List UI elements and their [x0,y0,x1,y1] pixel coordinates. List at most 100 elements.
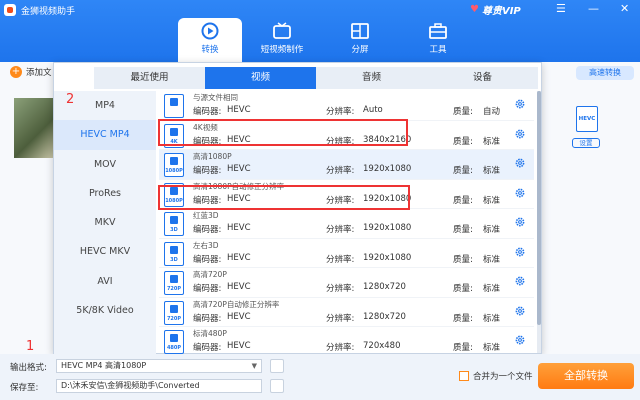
resolution-label: 分辨率: [326,343,355,353]
preset-row[interactable]: 1080P 高清1080P自动修正分辨率 编码器: HEVC 分辨率: 1920x1080… [159,180,534,209]
quality-label: 质量: [453,195,473,206]
resolution-value: 1920x1080 [363,223,412,233]
preset-row[interactable]: 3D 左右3D 编码器: HEVC 分辨率: 1920x1080 质量: 标准 [159,239,534,268]
encoder-label: 编码器: [193,166,222,176]
merge-checkbox[interactable] [459,371,469,381]
encoder-label: 编码器: [193,284,222,294]
encoder-label: 编码器: [193,195,222,206]
tab-short-video-label: 短视频制作 [260,45,304,55]
encoder-label: 编码器: [193,343,222,353]
preset-badge: 3D [170,227,178,233]
fast-convert-button[interactable]: 高速转换 [576,66,634,80]
format-popup: 最近使用 视频 音频 设备 MP4 HEVC MP4 MOV ProRes MK… [53,62,542,375]
video-file-icon: 1080P [164,153,184,177]
app-title: 金狮视频助手 [4,3,75,17]
quality-value: 标准 [483,343,501,353]
encoder-value: HEVC [227,341,251,351]
format-mov[interactable]: MOV [54,150,156,179]
quality-label: 质量: [453,225,473,235]
format-hevc-mp4[interactable]: HEVC MP4 [54,120,156,150]
settings-button[interactable]: 设置 [572,138,600,148]
preset-scrollbar[interactable] [537,91,541,353]
resolution-label: 分辨率: [326,195,355,206]
preset-badge: 4K [170,138,178,145]
gear-icon[interactable] [514,128,526,140]
gear-icon[interactable] [514,275,526,287]
encoder-label: 编码器: [193,107,222,117]
tab-split-screen[interactable]: 分屏 [328,18,392,62]
tab-video[interactable]: 视频 [205,67,316,89]
output-format-value: HEVC MP4 高清1080P [61,361,147,370]
preset-row[interactable]: 3D 红蓝3D 编码器: HEVC 分辨率: 1920x1080 质量: 标准 [159,209,534,239]
encoder-value: HEVC [227,311,251,322]
merge-option[interactable]: 合并为一个文件 [459,370,533,382]
close-icon[interactable]: ✕ [620,2,629,15]
preset-name: 红蓝3D [193,211,219,220]
preset-row[interactable]: 720P 高清720P 编码器: HEVC 分辨率: 1280x720 质量: 标准 [159,268,534,298]
output-format-select[interactable]: HEVC MP4 高清1080P ▼ [56,359,262,373]
tab-convert[interactable]: 转换 [178,18,242,62]
preset-row[interactable]: 480P 标清480P 编码器: HEVC 分辨率: 720x480 质量: 标准 [159,327,534,355]
encoder-label: 编码器: [193,313,222,324]
resolution-value: 3840x2160 [363,134,412,145]
save-path-field[interactable]: D:\沐禾安信\金狮视频助手\Converted [56,379,262,393]
preset-badge: 1080P [165,197,183,204]
tab-tools[interactable]: 工具 [406,18,470,62]
video-file-icon: 720P [164,300,184,325]
encoder-value: HEVC [227,252,251,263]
quality-value: 标准 [483,313,501,324]
gear-icon[interactable] [514,157,526,169]
folder-icon[interactable] [270,379,284,393]
tab-recent[interactable]: 最近使用 [94,67,205,89]
preset-row[interactable]: 与源文件相同 编码器: HEVC 分辨率: Auto 质量: 自动 [159,91,534,121]
gear-icon[interactable] [514,98,526,110]
app-logo-icon [4,4,16,16]
preset-name: 高清1080P [193,152,232,161]
video-file-icon [164,94,184,118]
minimize-icon[interactable]: — [588,2,599,15]
gear-icon[interactable] [514,187,526,199]
encoder-value: HEVC [227,282,251,292]
quality-label: 质量: [453,166,473,176]
output-format-icon[interactable]: HEVC [576,106,598,132]
format-avi[interactable]: AVI [54,267,156,296]
format-5k8k[interactable]: 5K/8K Video [54,296,156,325]
title-bar: 金狮视频助手 ♥ 尊贵VIP ☰ — ✕ 转换 短视频制作 分屏 工具 [0,0,640,62]
preset-name: 与源文件相同 [193,93,238,102]
vip-badge[interactable]: ♥ 尊贵VIP [470,2,521,17]
menu-icon[interactable]: ☰ [556,2,566,15]
preset-row[interactable]: 720P 高清720P自动修正分辨率 编码器: HEVC 分辨率: 1280x720 质量:… [159,298,534,327]
split-screen-icon [351,23,369,39]
quality-value: 标准 [483,225,501,235]
resolution-label: 分辨率: [326,313,355,324]
add-file-button[interactable]: + 添加文 [10,66,52,78]
resolution-label: 分辨率: [326,284,355,294]
video-file-icon: 480P [164,330,184,354]
resolution-value: 1280x720 [363,282,406,292]
gear-icon[interactable] [514,216,526,228]
tab-audio[interactable]: 音频 [316,67,427,89]
preset-badge: 3D [170,256,178,263]
gear-icon[interactable] [514,246,526,258]
preset-row[interactable]: 1080P 高清1080P 编码器: HEVC 分辨率: 1920x1080 质量: 标准 [159,150,534,180]
quality-value: 标准 [483,284,501,294]
resolution-value: 720x480 [363,341,401,351]
format-mkv[interactable]: MKV [54,208,156,237]
tab-device[interactable]: 设备 [427,67,538,89]
gear-icon[interactable] [514,305,526,317]
quality-label: 质量: [453,107,473,117]
preset-name: 标清480P [193,329,227,338]
tab-short-video[interactable]: 短视频制作 [250,18,314,62]
gear-icon[interactable] [514,334,526,346]
convert-all-button[interactable]: 全部转换 [538,363,634,389]
format-prores[interactable]: ProRes [54,179,156,208]
format-edit-icon[interactable] [270,359,284,373]
quality-value: 标准 [483,136,501,147]
quality-label: 质量: [453,313,473,324]
scrollbar-thumb[interactable] [537,91,541,325]
preset-row[interactable]: 4K 4K视频 编码器: HEVC 分辨率: 3840x2160 质量: 标准 [159,121,534,150]
tab-tools-label: 工具 [429,45,447,55]
vip-label: 尊贵VIP [481,6,521,17]
format-hevc-mkv[interactable]: HEVC MKV [54,237,156,266]
video-file-icon: 720P [164,271,184,295]
